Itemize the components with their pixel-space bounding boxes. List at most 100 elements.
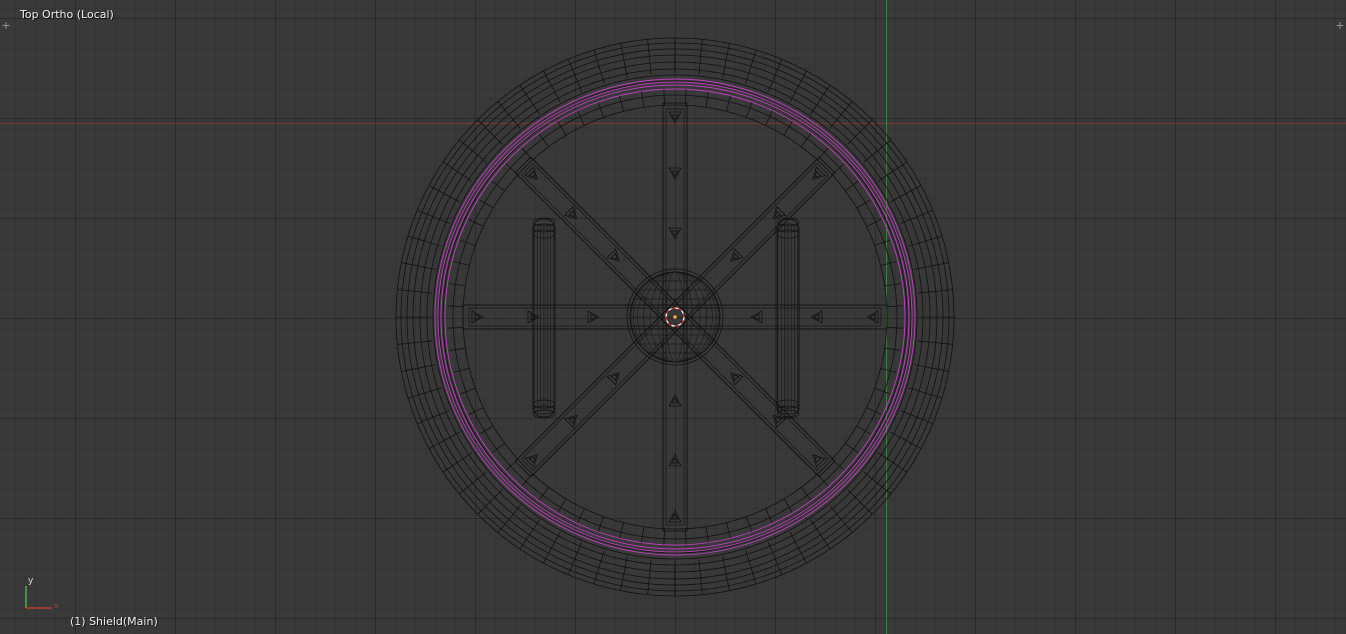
rim-segment [442,452,473,473]
inner-rim-segment [874,239,890,246]
shield-wireframe-mesh[interactable] [0,0,1346,634]
inner-rim-segment [705,526,709,543]
inner-rim-segment [886,327,903,329]
inner-rim-segment [746,102,753,118]
inner-rim-segment [597,516,604,532]
plus-icon[interactable]: + [1335,20,1345,31]
inner-rim-segment [884,283,901,287]
rim-segment [593,550,605,585]
inner-rim-segment [521,473,533,487]
rim-segment [407,235,442,247]
rim-segment [417,209,450,224]
rim-segment [829,505,853,533]
rim-segment [519,84,540,115]
inner-rim-segment [479,199,494,209]
inner-rim-segment [521,147,533,161]
inner-rim-segment [726,95,731,112]
axes-gizmo-icon: y x [25,576,59,610]
rim-segment [497,505,521,533]
inner-rim-segment [765,508,773,524]
inner-rim-segment [597,102,604,118]
rim-segment [900,410,933,425]
rivet-icon [668,454,682,467]
inner-rim-segment [453,368,470,373]
rim-segment [863,471,891,495]
rim-segment [567,59,582,92]
inner-rim-segment [831,459,845,471]
rim-segment [442,161,473,182]
rim-segment [908,235,943,247]
inner-rim-segment [817,147,829,161]
inner-rim-segment [449,283,466,287]
inner-rim-segment [479,425,494,435]
inner-rim-segment [884,347,901,351]
active-object-label: (1) Shield(Main) [70,615,158,628]
view-name-label: Top Ortho (Local) [20,8,114,21]
rim-segment [407,387,442,399]
rivet-icon [668,111,682,124]
inner-rim-segment [468,407,484,415]
inner-rim-segment [505,163,519,175]
inner-rim-segment [856,199,871,209]
inner-rim-segment [468,219,484,227]
inner-rim-segment [460,239,476,246]
inner-rim-segment [783,121,793,136]
inner-rim-segment [746,516,753,532]
object-origin-dot [673,315,677,319]
inner-rim-segment [866,219,882,227]
gizmo-y-label: y [28,576,34,586]
inner-rim-segment [817,473,829,487]
inner-rim-segment [447,305,464,307]
inner-rim-segment [577,508,585,524]
inner-rim-segment [726,522,731,539]
inner-rim-segment [577,110,585,126]
rim-segment [908,387,943,399]
inner-rim-segment [705,91,709,108]
inner-rim-segment [886,305,903,307]
rim-segment [593,49,605,84]
inner-rim-segment [866,407,882,415]
rim-segment [810,84,831,115]
rim-segment [810,519,831,550]
inner-rim-segment [880,261,897,266]
inner-rim-segment [765,110,773,126]
inner-rim-segment [831,163,845,175]
inner-rim-segment [557,498,567,513]
rim-segment [768,542,783,575]
gizmo-x-label: x [54,601,59,610]
rim-segment [519,519,540,550]
rivet-icon [866,310,879,324]
rim-segment [900,209,933,224]
inner-rim-segment [856,425,871,435]
rim-segment [829,101,853,129]
inner-rim-segment [505,459,519,471]
inner-rim-segment [619,522,624,539]
rivet-icon [668,394,682,407]
rim-segment [567,542,582,575]
inner-rim-segment [880,368,897,373]
rim-segment [745,550,757,585]
3d-viewport[interactable]: Top Ortho (Local) (1) Shield(Main) + + y… [0,0,1346,634]
inner-rim-segment [557,121,567,136]
rim-segment [877,161,908,182]
rivet-icon [750,310,763,324]
rim-segment [863,139,891,163]
rivet-icon [668,510,682,523]
rim-segment [745,49,757,84]
rim-segment [459,471,487,495]
rivet-icon [668,227,682,240]
rim-segment [459,139,487,163]
rim-segment [768,59,783,92]
rim-segment [497,101,521,129]
inner-rim-segment [641,91,645,108]
rivet-icon [471,310,484,324]
inner-rim-segment [641,526,645,543]
plus-icon[interactable]: + [1,20,11,31]
rim-segment [877,452,908,473]
rim-segment [417,410,450,425]
inner-rim-segment [449,347,466,351]
inner-rim-segment [874,388,890,395]
inner-rim-segment [619,95,624,112]
rivet-icon [668,167,682,180]
inner-rim-segment [460,388,476,395]
